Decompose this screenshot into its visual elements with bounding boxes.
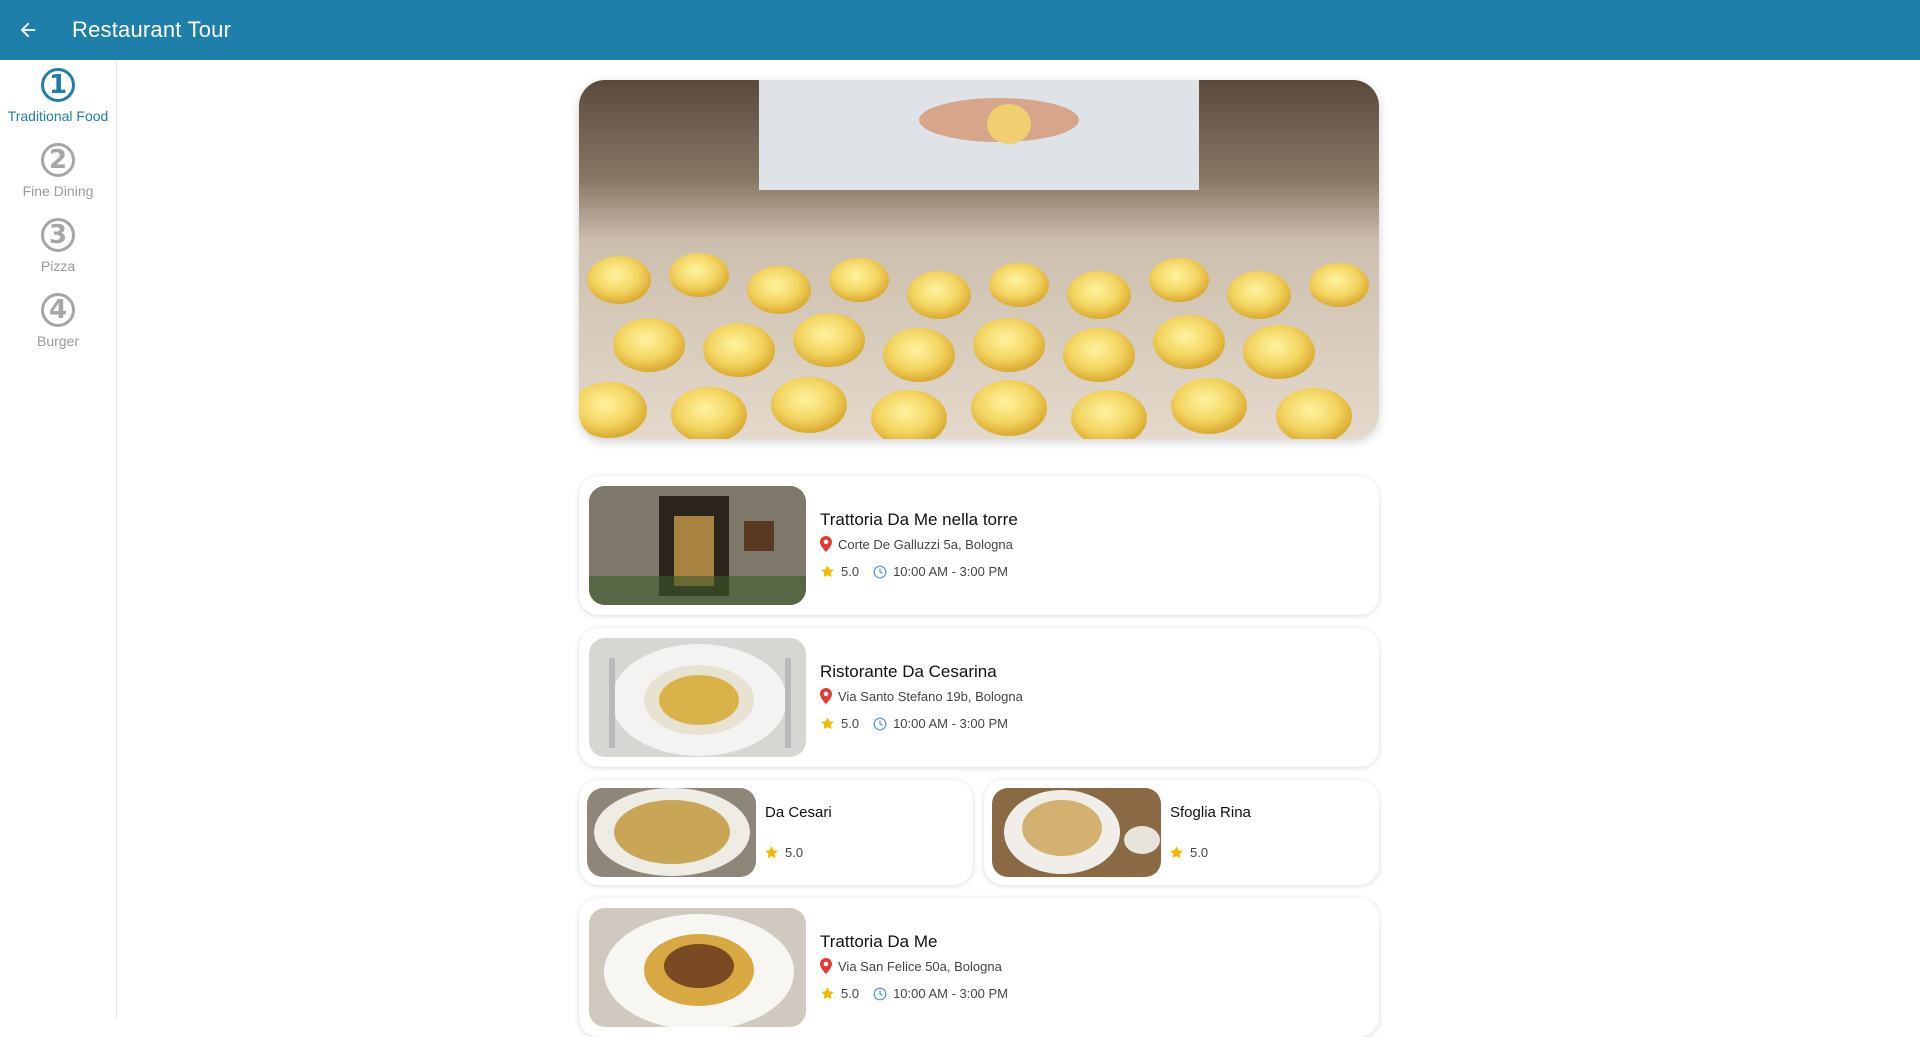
restaurant-card[interactable]: Sfoglia Rina 5.0 xyxy=(984,780,1379,885)
opening-hours: 10:00 AM - 3:00 PM xyxy=(893,716,1008,731)
page-title: Restaurant Tour xyxy=(72,17,232,42)
clock-icon xyxy=(873,565,887,579)
restaurant-address: Via Santo Stefano 19b, Bologna xyxy=(820,688,1023,704)
step-number-icon: 3 xyxy=(41,218,75,252)
location-pin-icon xyxy=(820,688,832,704)
step-traditional-food[interactable]: 1 Traditional Food xyxy=(0,68,116,138)
back-button[interactable] xyxy=(0,0,56,60)
tortellini-bowl-photo xyxy=(992,788,1161,877)
rating-value: 5.0 xyxy=(1190,845,1209,860)
step-number-icon: 1 xyxy=(41,68,75,102)
location-pin-icon xyxy=(820,536,832,552)
tortellini-broth-photo xyxy=(587,788,756,877)
step-label: Burger xyxy=(36,333,80,349)
address-text: Via Santo Stefano 19b, Bologna xyxy=(838,688,1023,704)
star-icon xyxy=(820,564,835,579)
step-fine-dining[interactable]: 2 Fine Dining xyxy=(0,143,116,213)
rating-value: 5.0 xyxy=(841,716,860,731)
restaurant-meta: 5.0 10:00 AM - 3:00 PM xyxy=(820,716,1008,731)
address-text: Via San Felice 50a, Bologna xyxy=(838,958,1002,974)
tortellini-photo xyxy=(579,80,1379,439)
location-pin-icon xyxy=(820,958,832,974)
restaurant-meta: 5.0 xyxy=(1169,845,1208,860)
clock-icon xyxy=(873,717,887,731)
restaurant-name: Ristorante Da Cesarina xyxy=(820,662,997,681)
rating-value: 5.0 xyxy=(841,986,860,1001)
restaurant-meta: 5.0 10:00 AM - 3:00 PM xyxy=(820,564,1008,579)
restaurant-card[interactable]: Trattoria Da Me nella torre Corte De Gal… xyxy=(579,476,1379,615)
restaurant-photo xyxy=(589,486,806,605)
restaurant-photo xyxy=(587,788,756,877)
opening-hours: 10:00 AM - 3:00 PM xyxy=(893,986,1008,1001)
address-text: Corte De Galluzzi 5a, Bologna xyxy=(838,536,1013,552)
restaurant-photo xyxy=(589,638,806,757)
restaurant-name: Trattoria Da Me xyxy=(820,932,938,951)
restaurant-card[interactable]: Trattoria Da Me Via San Felice 50a, Bolo… xyxy=(579,898,1379,1037)
restaurant-address: Corte De Galluzzi 5a, Bologna xyxy=(820,536,1013,552)
step-label: Pizza xyxy=(40,258,76,274)
star-icon xyxy=(820,986,835,1001)
step-number-icon: 2 xyxy=(41,143,75,177)
star-icon xyxy=(820,716,835,731)
app-bar: Restaurant Tour xyxy=(0,0,1920,60)
rating-value: 5.0 xyxy=(841,564,860,579)
step-label: Fine Dining xyxy=(22,183,94,199)
restaurant-meta: 5.0 10:00 AM - 3:00 PM xyxy=(820,986,1008,1001)
restaurant-card[interactable]: Ristorante Da Cesarina Via Santo Stefano… xyxy=(579,628,1379,767)
star-icon xyxy=(764,845,779,860)
restaurant-meta: 5.0 xyxy=(764,845,803,860)
opening-hours: 10:00 AM - 3:00 PM xyxy=(893,564,1008,579)
step-pizza[interactable]: 3 Pizza xyxy=(0,218,116,288)
restaurant-photo xyxy=(589,908,806,1027)
step-label: Traditional Food xyxy=(7,108,109,124)
restaurant-name: Sfoglia Rina xyxy=(1170,804,1251,821)
restaurant-card[interactable]: Da Cesari 5.0 xyxy=(579,780,973,885)
restaurant-photo xyxy=(992,788,1161,877)
tortellini-soup-photo xyxy=(589,638,806,757)
tagliatelle-ragu-photo xyxy=(589,908,806,1027)
hero-image xyxy=(579,80,1379,439)
arrow-left-icon xyxy=(20,22,36,38)
restaurant-name: Trattoria Da Me nella torre xyxy=(820,510,1018,529)
star-icon xyxy=(1169,845,1184,860)
clock-icon xyxy=(873,987,887,1001)
restaurant-entrance-photo xyxy=(589,486,806,605)
restaurant-address: Via San Felice 50a, Bologna xyxy=(820,958,1002,974)
step-number-icon: 4 xyxy=(41,293,75,327)
restaurant-name: Da Cesari xyxy=(765,804,832,821)
step-burger[interactable]: 4 Burger xyxy=(0,293,116,363)
category-stepper: 1 Traditional Food 2 Fine Dining 3 Pizza… xyxy=(0,60,117,1018)
rating-value: 5.0 xyxy=(785,845,804,860)
